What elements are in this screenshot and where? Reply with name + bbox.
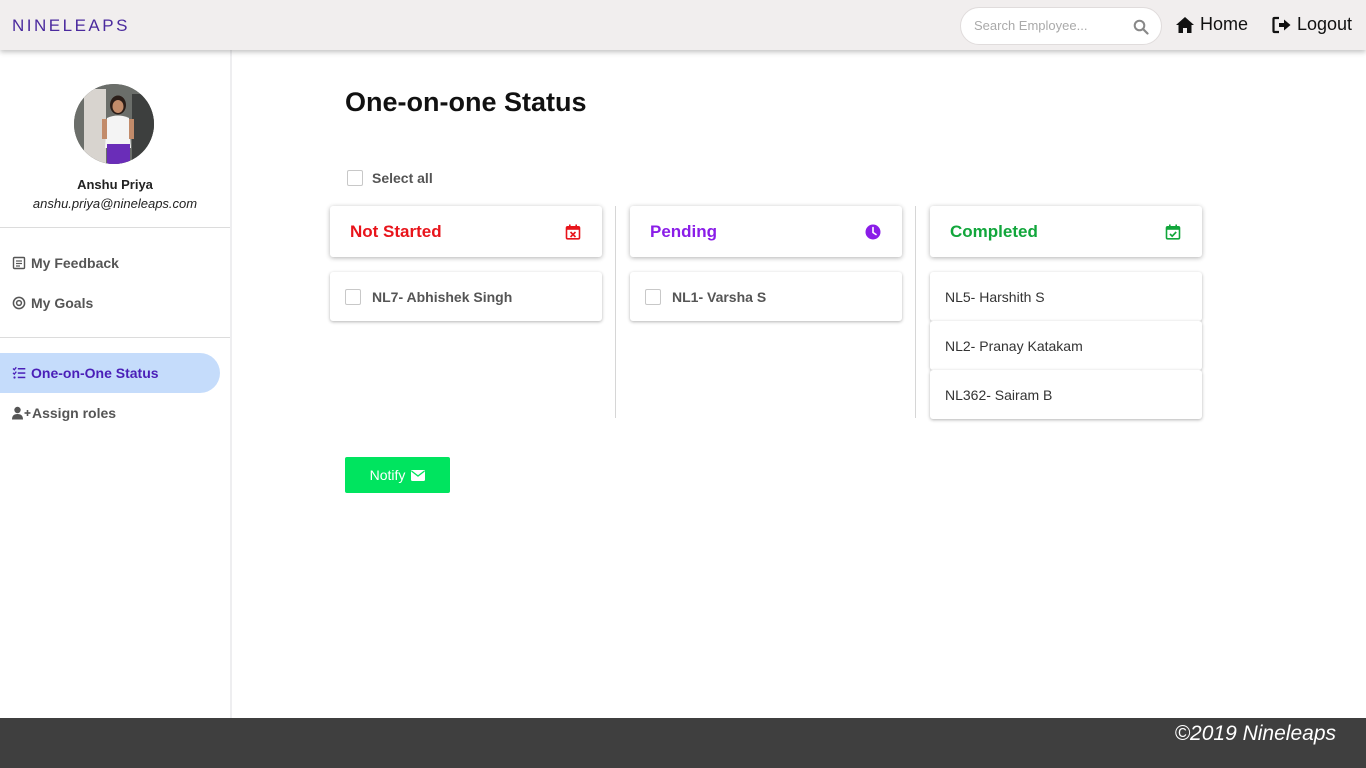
- notify-button[interactable]: Notify: [345, 457, 450, 493]
- envelope-icon: [411, 469, 426, 481]
- select-all-label: Select all: [372, 170, 433, 186]
- employee-label: NL2- Pranay Katakam: [945, 337, 1083, 354]
- employee-card[interactable]: NL7- Abhishek Singh: [330, 272, 602, 321]
- employee-label: NL5- Harshith S: [945, 288, 1045, 305]
- target-icon: [12, 296, 26, 310]
- sidebar-item-one-on-one-status[interactable]: One-on-One Status: [0, 353, 220, 393]
- nineleaps-logo[interactable]: NINELEAPS: [12, 14, 130, 38]
- home-icon: [1176, 16, 1194, 33]
- user-name: Anshu Priya: [77, 177, 153, 192]
- logo-text: NINELEAPS: [12, 16, 130, 35]
- avatar: [74, 84, 154, 164]
- sidebar-item-label: Assign roles: [32, 405, 117, 421]
- select-all[interactable]: Select all: [347, 170, 433, 186]
- search-input[interactable]: [974, 18, 1124, 33]
- employee-label: NL362- Sairam B: [945, 386, 1053, 403]
- footer-copyright: ©2019 Nineleaps: [1174, 722, 1336, 745]
- sidebar-divider: [0, 337, 230, 338]
- employee-checkbox[interactable]: [345, 288, 361, 305]
- user-plus-icon: [12, 406, 31, 420]
- avatar-image: [74, 84, 154, 164]
- column-separator: [915, 206, 916, 418]
- user-email: anshu.priya@nineleaps.com: [32, 196, 198, 211]
- sidebar-item-my-feedback[interactable]: My Feedback: [0, 243, 220, 283]
- column-title: Completed: [950, 221, 1038, 241]
- notify-label: Notify: [369, 467, 406, 483]
- sidebar-item-my-goals[interactable]: My Goals: [0, 283, 220, 323]
- sidebar-item-label: My Goals: [31, 295, 94, 311]
- employee-card[interactable]: NL2- Pranay Katakam: [930, 321, 1202, 370]
- top-header: NINELEAPS Home Logout: [0, 0, 1366, 50]
- employee-card[interactable]: NL362- Sairam B: [930, 370, 1202, 419]
- column-title: Pending: [650, 221, 718, 241]
- column-header-not-started: Not Started: [330, 206, 602, 257]
- page-title: One-on-one Status: [345, 87, 587, 117]
- select-all-checkbox[interactable]: [347, 170, 363, 186]
- employee-checkbox[interactable]: [645, 288, 661, 305]
- logout-icon: [1272, 16, 1291, 33]
- employee-card[interactable]: NL1- Varsha S: [630, 272, 902, 321]
- calendar-check-icon: [1165, 224, 1181, 240]
- clock-icon: [865, 224, 881, 239]
- search-icon[interactable]: [1133, 19, 1149, 35]
- footer: ©2019 Nineleaps: [0, 718, 1366, 768]
- home-label: Home: [1200, 14, 1249, 34]
- home-link[interactable]: Home: [1175, 14, 1248, 35]
- column-title: Not Started: [350, 221, 442, 241]
- sidebar-item-label: My Feedback: [31, 255, 119, 271]
- sidebar-item-label: One-on-One Status: [31, 365, 159, 381]
- sidebar: Anshu Priya anshu.priya@nineleaps.com My…: [0, 50, 232, 718]
- feedback-icon: [12, 256, 26, 270]
- search-box: [960, 7, 1162, 45]
- column-header-pending: Pending: [630, 206, 902, 257]
- employee-card[interactable]: NL5- Harshith S: [930, 272, 1202, 321]
- column-header-completed: Completed: [930, 206, 1202, 257]
- calendar-x-icon: [565, 224, 581, 240]
- employee-label: NL1- Varsha S: [672, 288, 767, 305]
- employee-label: NL7- Abhishek Singh: [372, 288, 513, 305]
- logout-link[interactable]: Logout: [1272, 14, 1352, 35]
- sidebar-item-assign-roles[interactable]: Assign roles: [0, 393, 220, 433]
- sidebar-divider: [0, 227, 230, 228]
- column-separator: [615, 206, 616, 418]
- list-check-icon: [12, 366, 26, 379]
- logout-label: Logout: [1297, 14, 1353, 34]
